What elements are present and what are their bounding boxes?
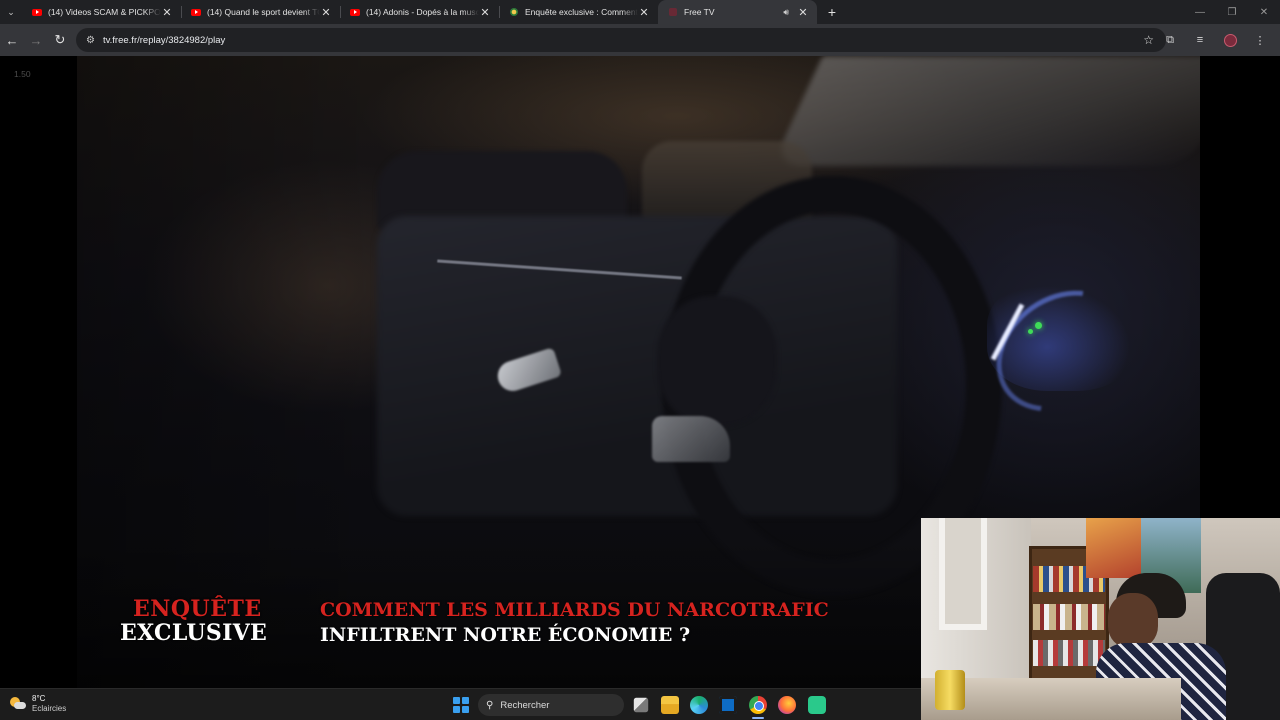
toolbar-actions: ⧉ ≡ ⋮ xyxy=(1152,28,1272,52)
webcam-books xyxy=(1033,604,1105,630)
reload-icon[interactable]: ↻ xyxy=(48,28,72,52)
extensions-icon[interactable]: ⧉ xyxy=(1158,28,1182,52)
browser-tab[interactable]: (14) Videos SCAM & PICKPOCKETS ✕ xyxy=(22,0,181,24)
chrome-icon[interactable] xyxy=(749,696,767,714)
weather-text: 8°C Eclaircies xyxy=(32,694,66,714)
close-tab-icon[interactable]: ✕ xyxy=(161,6,173,19)
window-controls: — ❐ ✕ xyxy=(1184,0,1280,24)
episode-title-line1: COMMENT LES MILLIARDS DU NARCOTRAFIC xyxy=(320,599,829,621)
episode-title-line2: INFILTRENT NOTRE ÉCONOMIE ? xyxy=(320,624,691,646)
webcam-doorframe xyxy=(939,518,987,630)
search-icon: ⚲ xyxy=(486,699,494,711)
tab-title: (14) Videos SCAM & PICKPOCKETS xyxy=(48,7,161,17)
active-app-indicator xyxy=(752,717,764,719)
media-controls-icon[interactable]: ≡ xyxy=(1188,28,1212,52)
url-text[interactable]: tv.free.fr/replay/3824982/play xyxy=(103,35,225,46)
globe-icon xyxy=(509,7,519,17)
webcam-overlay xyxy=(921,518,1280,720)
browser-tab-strip: ⌄ (14) Videos SCAM & PICKPOCKETS ✕ (14) … xyxy=(0,0,1280,24)
youtube-icon xyxy=(191,7,201,17)
youtube-icon xyxy=(32,7,42,17)
webcam-books xyxy=(1033,640,1105,666)
forward-icon[interactable]: → xyxy=(24,28,48,52)
browser-toolbar: ← → ↻ ⚙ tv.free.fr/replay/3824982/play ☆… xyxy=(0,24,1280,56)
webcam-poster xyxy=(1086,518,1141,578)
close-tab-icon[interactable]: ✕ xyxy=(320,6,332,19)
tab-search-button[interactable]: ⌄ xyxy=(0,0,22,24)
show-brand-line1: ENQUÊTE xyxy=(133,596,262,622)
site-info-icon[interactable]: ⚙ xyxy=(86,35,95,46)
desktop-screen: ⌄ (14) Videos SCAM & PICKPOCKETS ✕ (14) … xyxy=(0,0,1280,720)
firefox-icon[interactable] xyxy=(778,696,796,714)
close-tab-icon[interactable]: ✕ xyxy=(479,6,491,19)
search-label: Rechercher xyxy=(500,699,550,711)
close-tab-icon[interactable]: ✕ xyxy=(638,6,650,19)
webcam-can xyxy=(935,670,965,710)
weather-description: Eclaircies xyxy=(32,704,67,713)
windows-start-icon[interactable] xyxy=(453,697,469,713)
menu-kebab-icon[interactable]: ⋮ xyxy=(1248,28,1272,52)
weather-widget[interactable]: 8°C Eclaircies xyxy=(10,694,66,714)
app-icon[interactable] xyxy=(808,696,826,714)
edge-icon[interactable] xyxy=(690,696,708,714)
microsoft-store-icon[interactable] xyxy=(719,696,737,714)
tab-title: Enquête exclusive : Comment les milliard… xyxy=(525,7,638,17)
address-bar[interactable]: ⚙ tv.free.fr/replay/3824982/play ☆ xyxy=(76,28,1166,52)
partly-cloudy-icon xyxy=(10,697,26,711)
minimize-icon[interactable]: — xyxy=(1184,0,1216,24)
video-frame-wheel-hub xyxy=(657,296,777,426)
tab-title: Free TV xyxy=(684,7,715,17)
task-view-icon[interactable] xyxy=(633,697,649,713)
video-frame-lever xyxy=(652,416,730,462)
close-tab-icon[interactable]: ✕ xyxy=(797,6,809,19)
taskbar-search[interactable]: ⚲ Rechercher xyxy=(478,694,624,716)
video-frame-indicator-light xyxy=(1035,322,1042,329)
browser-tab-active[interactable]: Free TV 🔊︎ ✕ xyxy=(658,0,817,24)
video-frame-roof xyxy=(771,56,1200,166)
video-frame-indicator-light xyxy=(1028,329,1033,334)
browser-tab[interactable]: Enquête exclusive : Comment les milliard… xyxy=(499,0,658,24)
browser-tab[interactable]: (14) Adonis - Dopés à la musculation ✕ xyxy=(340,0,499,24)
youtube-icon xyxy=(350,7,360,17)
restore-icon[interactable]: ❐ xyxy=(1216,0,1248,24)
browser-tab[interactable]: (14) Quand le sport devient TOXIQUE ✕ xyxy=(181,0,340,24)
webcam-person-head xyxy=(1108,593,1158,648)
tab-title: (14) Adonis - Dopés à la musculation xyxy=(366,7,479,17)
speaker-icon[interactable]: 🔊︎ xyxy=(783,7,789,18)
back-icon[interactable]: ← xyxy=(0,28,24,52)
playback-speed-label: 1.50 xyxy=(14,69,31,79)
file-explorer-icon[interactable] xyxy=(661,696,679,714)
free-tv-icon xyxy=(668,7,678,17)
profile-avatar[interactable] xyxy=(1218,28,1242,52)
show-brand-line2: EXCLUSIVE xyxy=(120,620,268,646)
close-window-icon[interactable]: ✕ xyxy=(1248,0,1280,24)
weather-temperature: 8°C xyxy=(32,694,46,703)
new-tab-button[interactable]: + xyxy=(817,0,847,24)
tab-title: (14) Quand le sport devient TOXIQUE xyxy=(207,7,320,17)
